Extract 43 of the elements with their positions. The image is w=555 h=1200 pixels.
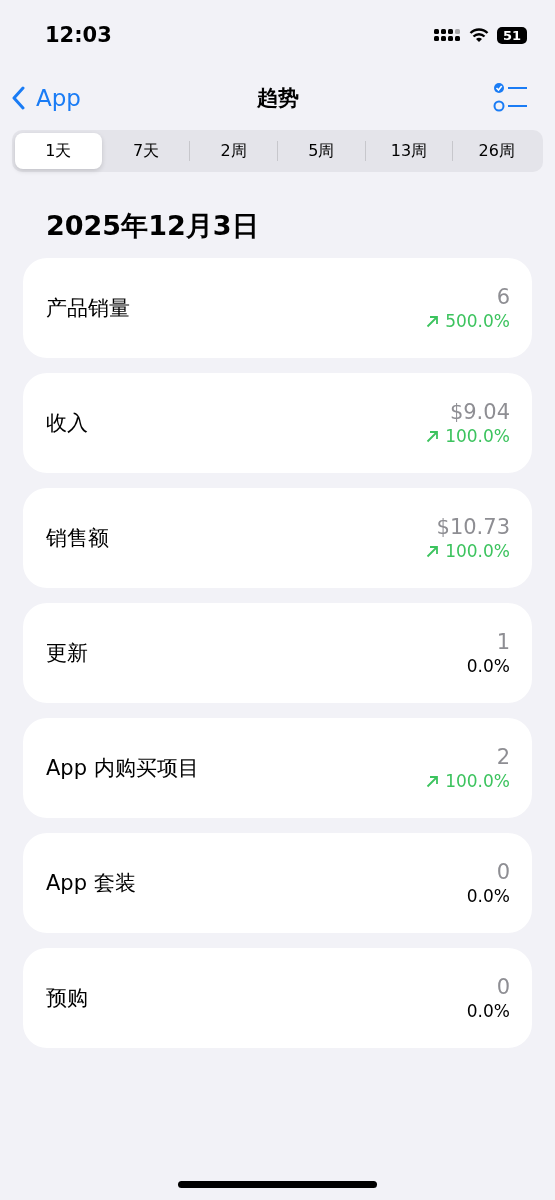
metric-card[interactable]: 收入 $9.04 100.0% xyxy=(23,373,532,473)
signal-icon xyxy=(433,28,461,42)
period-tab[interactable]: 26周 xyxy=(453,133,541,169)
period-tab[interactable]: 13周 xyxy=(365,133,453,169)
date-heading: 2025年12月3日 xyxy=(46,209,260,243)
wifi-icon xyxy=(468,27,489,43)
metric-value: $10.73 xyxy=(436,515,510,539)
metric-change: 500.0% xyxy=(445,311,510,331)
metric-label: 产品销量 xyxy=(46,295,130,322)
metric-label: 更新 xyxy=(46,640,88,667)
metric-change: 100.0% xyxy=(445,771,510,791)
metric-value: 2 xyxy=(496,745,510,769)
metric-value: 1 xyxy=(496,630,510,654)
metric-card[interactable]: App 内购买项目 2 100.0% xyxy=(23,718,532,818)
metric-card[interactable]: 销售额 $10.73 100.0% xyxy=(23,488,532,588)
metric-label: App 内购买项目 xyxy=(46,755,199,782)
metric-label: 销售额 xyxy=(46,525,109,552)
metric-label: 预购 xyxy=(46,985,88,1012)
metric-card[interactable]: 产品销量 6 500.0% xyxy=(23,258,532,358)
metric-change: 100.0% xyxy=(445,541,510,561)
metric-card[interactable]: 更新 1 0.0% xyxy=(23,603,532,703)
period-tab[interactable]: 5周 xyxy=(278,133,365,169)
metric-card[interactable]: App 套装 0 0.0% xyxy=(23,833,532,933)
period-tab[interactable]: 7天 xyxy=(102,133,190,169)
metric-card[interactable]: 预购 0 0.0% xyxy=(23,948,532,1048)
back-button[interactable]: App xyxy=(12,85,81,111)
battery-indicator: 51 xyxy=(496,26,527,44)
nav-title: 趋势 xyxy=(256,85,299,112)
checklist-icon[interactable] xyxy=(493,82,529,114)
status-time: 12:03 xyxy=(45,23,112,47)
chevron-left-icon xyxy=(12,86,26,110)
period-tab[interactable]: 2周 xyxy=(190,133,277,169)
metric-change: 0.0% xyxy=(466,1001,510,1021)
metric-value: $9.04 xyxy=(449,400,510,424)
metric-change: 0.0% xyxy=(466,656,510,676)
metric-label: 收入 xyxy=(46,410,88,437)
metric-value: 6 xyxy=(496,285,510,309)
period-tab[interactable]: 1天 xyxy=(15,133,102,169)
metric-label: App 套装 xyxy=(46,870,136,897)
metric-value: 0 xyxy=(496,860,510,884)
metric-change: 0.0% xyxy=(466,886,510,906)
metric-value: 0 xyxy=(496,975,510,999)
metric-change: 100.0% xyxy=(445,426,510,446)
